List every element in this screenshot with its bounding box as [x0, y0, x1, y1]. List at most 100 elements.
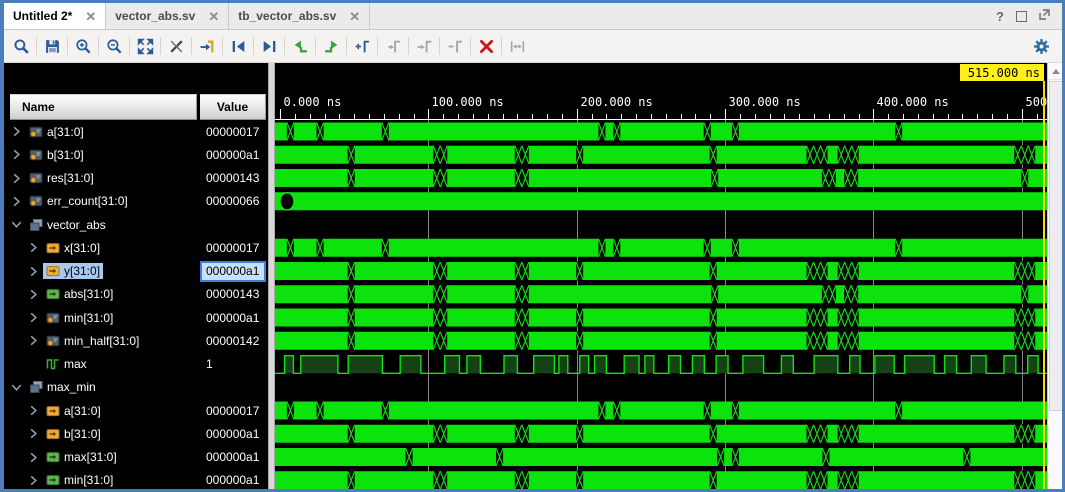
- previous-marker-button[interactable]: [380, 33, 406, 59]
- signal-tree: a[31:0]00000017b[31:0]000000a1res[31:0]0…: [4, 120, 268, 491]
- signal-value[interactable]: 000000a1: [200, 261, 266, 282]
- signal-row[interactable]: a[31:0]00000017: [4, 120, 268, 143]
- signal-value[interactable]: 00000143: [200, 167, 266, 190]
- expand-chevron-icon[interactable]: [27, 474, 40, 487]
- tab-untitled[interactable]: Untitled 2* ✕: [4, 3, 106, 29]
- add-marker-button[interactable]: [349, 33, 375, 59]
- signal-row[interactable]: x[31:0]00000017: [4, 236, 268, 259]
- save-waveform-configuration-icon: [44, 38, 61, 55]
- swap-next-button[interactable]: [318, 33, 344, 59]
- expand-chevron-icon[interactable]: [10, 125, 23, 138]
- signal-value[interactable]: 000000a1: [200, 306, 266, 329]
- time-cursor[interactable]: [1043, 81, 1045, 491]
- expand-chevron-icon[interactable]: [10, 148, 23, 161]
- zoom-out-button[interactable]: [101, 33, 127, 59]
- signal-row[interactable]: min[31:0]000000a1: [4, 469, 268, 491]
- swap-previous-icon: [292, 38, 309, 55]
- signal-row[interactable]: err_count[31:0]00000066: [4, 190, 268, 213]
- expand-chevron-icon[interactable]: [27, 288, 40, 301]
- elastic-mode-button[interactable]: [163, 33, 189, 59]
- scrollbar-thumb[interactable]: [1049, 81, 1063, 411]
- swap-cursors-icon: [509, 38, 526, 55]
- bus-icon: [29, 194, 43, 208]
- tab-label: vector_abs.sv: [115, 9, 195, 23]
- value-column-header[interactable]: Value: [200, 94, 266, 120]
- svg-text:100.000 ns: 100.000 ns: [432, 95, 504, 109]
- panel-splitter[interactable]: [268, 63, 275, 491]
- scroll-up-button[interactable]: [1048, 63, 1064, 80]
- tab-close-icon[interactable]: ✕: [208, 10, 219, 23]
- expand-chevron-icon[interactable]: [27, 311, 40, 324]
- expand-chevron-icon[interactable]: [10, 172, 23, 185]
- zoom-fit-button[interactable]: [132, 33, 158, 59]
- settings-icon: [1033, 38, 1050, 55]
- signal-row[interactable]: max_min: [4, 376, 268, 399]
- signal-name: min[31:0]: [64, 311, 113, 325]
- delete-all-markers-button[interactable]: [473, 33, 499, 59]
- time-ruler[interactable]: 0.000 ns100.000 ns200.000 ns300.000 ns40…: [275, 63, 1047, 120]
- expand-chevron-icon[interactable]: [27, 241, 40, 254]
- delete-marker-button[interactable]: [442, 33, 468, 59]
- signal-value[interactable]: 000000a1: [200, 422, 266, 445]
- go-to-time-button[interactable]: [194, 33, 220, 59]
- expand-chevron-icon[interactable]: [27, 404, 40, 417]
- signal-value[interactable]: [200, 376, 266, 399]
- signal-row[interactable]: vector_abs: [4, 213, 268, 236]
- save-waveform-configuration-button[interactable]: [39, 33, 65, 59]
- tab-tb-vector-abs-sv[interactable]: tb_vector_abs.sv ✕: [229, 3, 370, 29]
- maximize-icon[interactable]: [1016, 11, 1027, 22]
- previous-transition-button[interactable]: [225, 33, 251, 59]
- signal-value[interactable]: 000000a1: [200, 469, 266, 491]
- signal-row[interactable]: min[31:0] 000000a1: [4, 306, 268, 329]
- svg-text:300.000 ns: 300.000 ns: [729, 95, 801, 109]
- signal-row[interactable]: b[31:0]000000a1: [4, 143, 268, 166]
- panel-top-strip: [4, 63, 268, 94]
- find-button[interactable]: [8, 33, 34, 59]
- next-transition-button[interactable]: [256, 33, 282, 59]
- waveform-canvas[interactable]: [275, 120, 1047, 491]
- signal-name: a[31:0]: [64, 404, 101, 418]
- input-icon: [46, 241, 60, 255]
- signal-value[interactable]: 00000142: [200, 329, 266, 352]
- expand-chevron-icon[interactable]: [27, 265, 40, 278]
- signal-value[interactable]: 00000017: [200, 236, 266, 259]
- expand-chevron-icon[interactable]: [10, 218, 23, 231]
- signal-value[interactable]: 00000017: [200, 399, 266, 422]
- signal-value[interactable]: 00000017: [200, 120, 266, 143]
- signal-row[interactable]: res[31:0]00000143: [4, 167, 268, 190]
- waveform-panel[interactable]: 0.000 ns100.000 ns200.000 ns300.000 ns40…: [275, 63, 1047, 491]
- signal-row[interactable]: min_half[31:0]00000142: [4, 329, 268, 352]
- signal-value[interactable]: 000000a1: [200, 446, 266, 469]
- name-column-header[interactable]: Name: [10, 94, 197, 120]
- help-icon[interactable]: ?: [996, 9, 1004, 24]
- expand-chevron-icon[interactable]: [10, 195, 23, 208]
- float-window-icon[interactable]: [1039, 7, 1050, 25]
- signal-value[interactable]: 000000a1: [200, 143, 266, 166]
- expand-chevron-icon[interactable]: [27, 334, 40, 347]
- signal-row[interactable]: abs[31:0]00000143: [4, 283, 268, 306]
- swap-previous-button[interactable]: [287, 33, 313, 59]
- next-transition-icon: [261, 38, 278, 55]
- tab-close-icon[interactable]: ✕: [85, 10, 96, 23]
- expand-chevron-icon[interactable]: [27, 451, 40, 464]
- tab-close-icon[interactable]: ✕: [349, 10, 360, 23]
- vertical-scrollbar[interactable]: [1047, 63, 1064, 491]
- signal-value[interactable]: 1: [200, 353, 266, 376]
- signal-value[interactable]: [200, 213, 266, 236]
- tab-vector-abs-sv[interactable]: vector_abs.sv ✕: [106, 3, 229, 29]
- signal-row[interactable]: max1: [4, 353, 268, 376]
- next-marker-button[interactable]: [411, 33, 437, 59]
- swap-next-icon: [323, 38, 340, 55]
- signal-row[interactable]: y[31:0]000000a1: [4, 260, 268, 283]
- signal-value[interactable]: 00000143: [200, 283, 266, 306]
- expand-chevron-icon[interactable]: [10, 381, 23, 394]
- settings-button[interactable]: [1028, 33, 1054, 59]
- signal-value[interactable]: 00000066: [200, 190, 266, 213]
- signal-row[interactable]: max[31:0]000000a1: [4, 446, 268, 469]
- tab-label: Untitled 2*: [13, 9, 72, 23]
- signal-row[interactable]: a[31:0] 00000017: [4, 399, 268, 422]
- expand-chevron-icon[interactable]: [27, 427, 40, 440]
- zoom-in-button[interactable]: [70, 33, 96, 59]
- swap-cursors-button[interactable]: [504, 33, 530, 59]
- signal-row[interactable]: b[31:0]000000a1: [4, 422, 268, 445]
